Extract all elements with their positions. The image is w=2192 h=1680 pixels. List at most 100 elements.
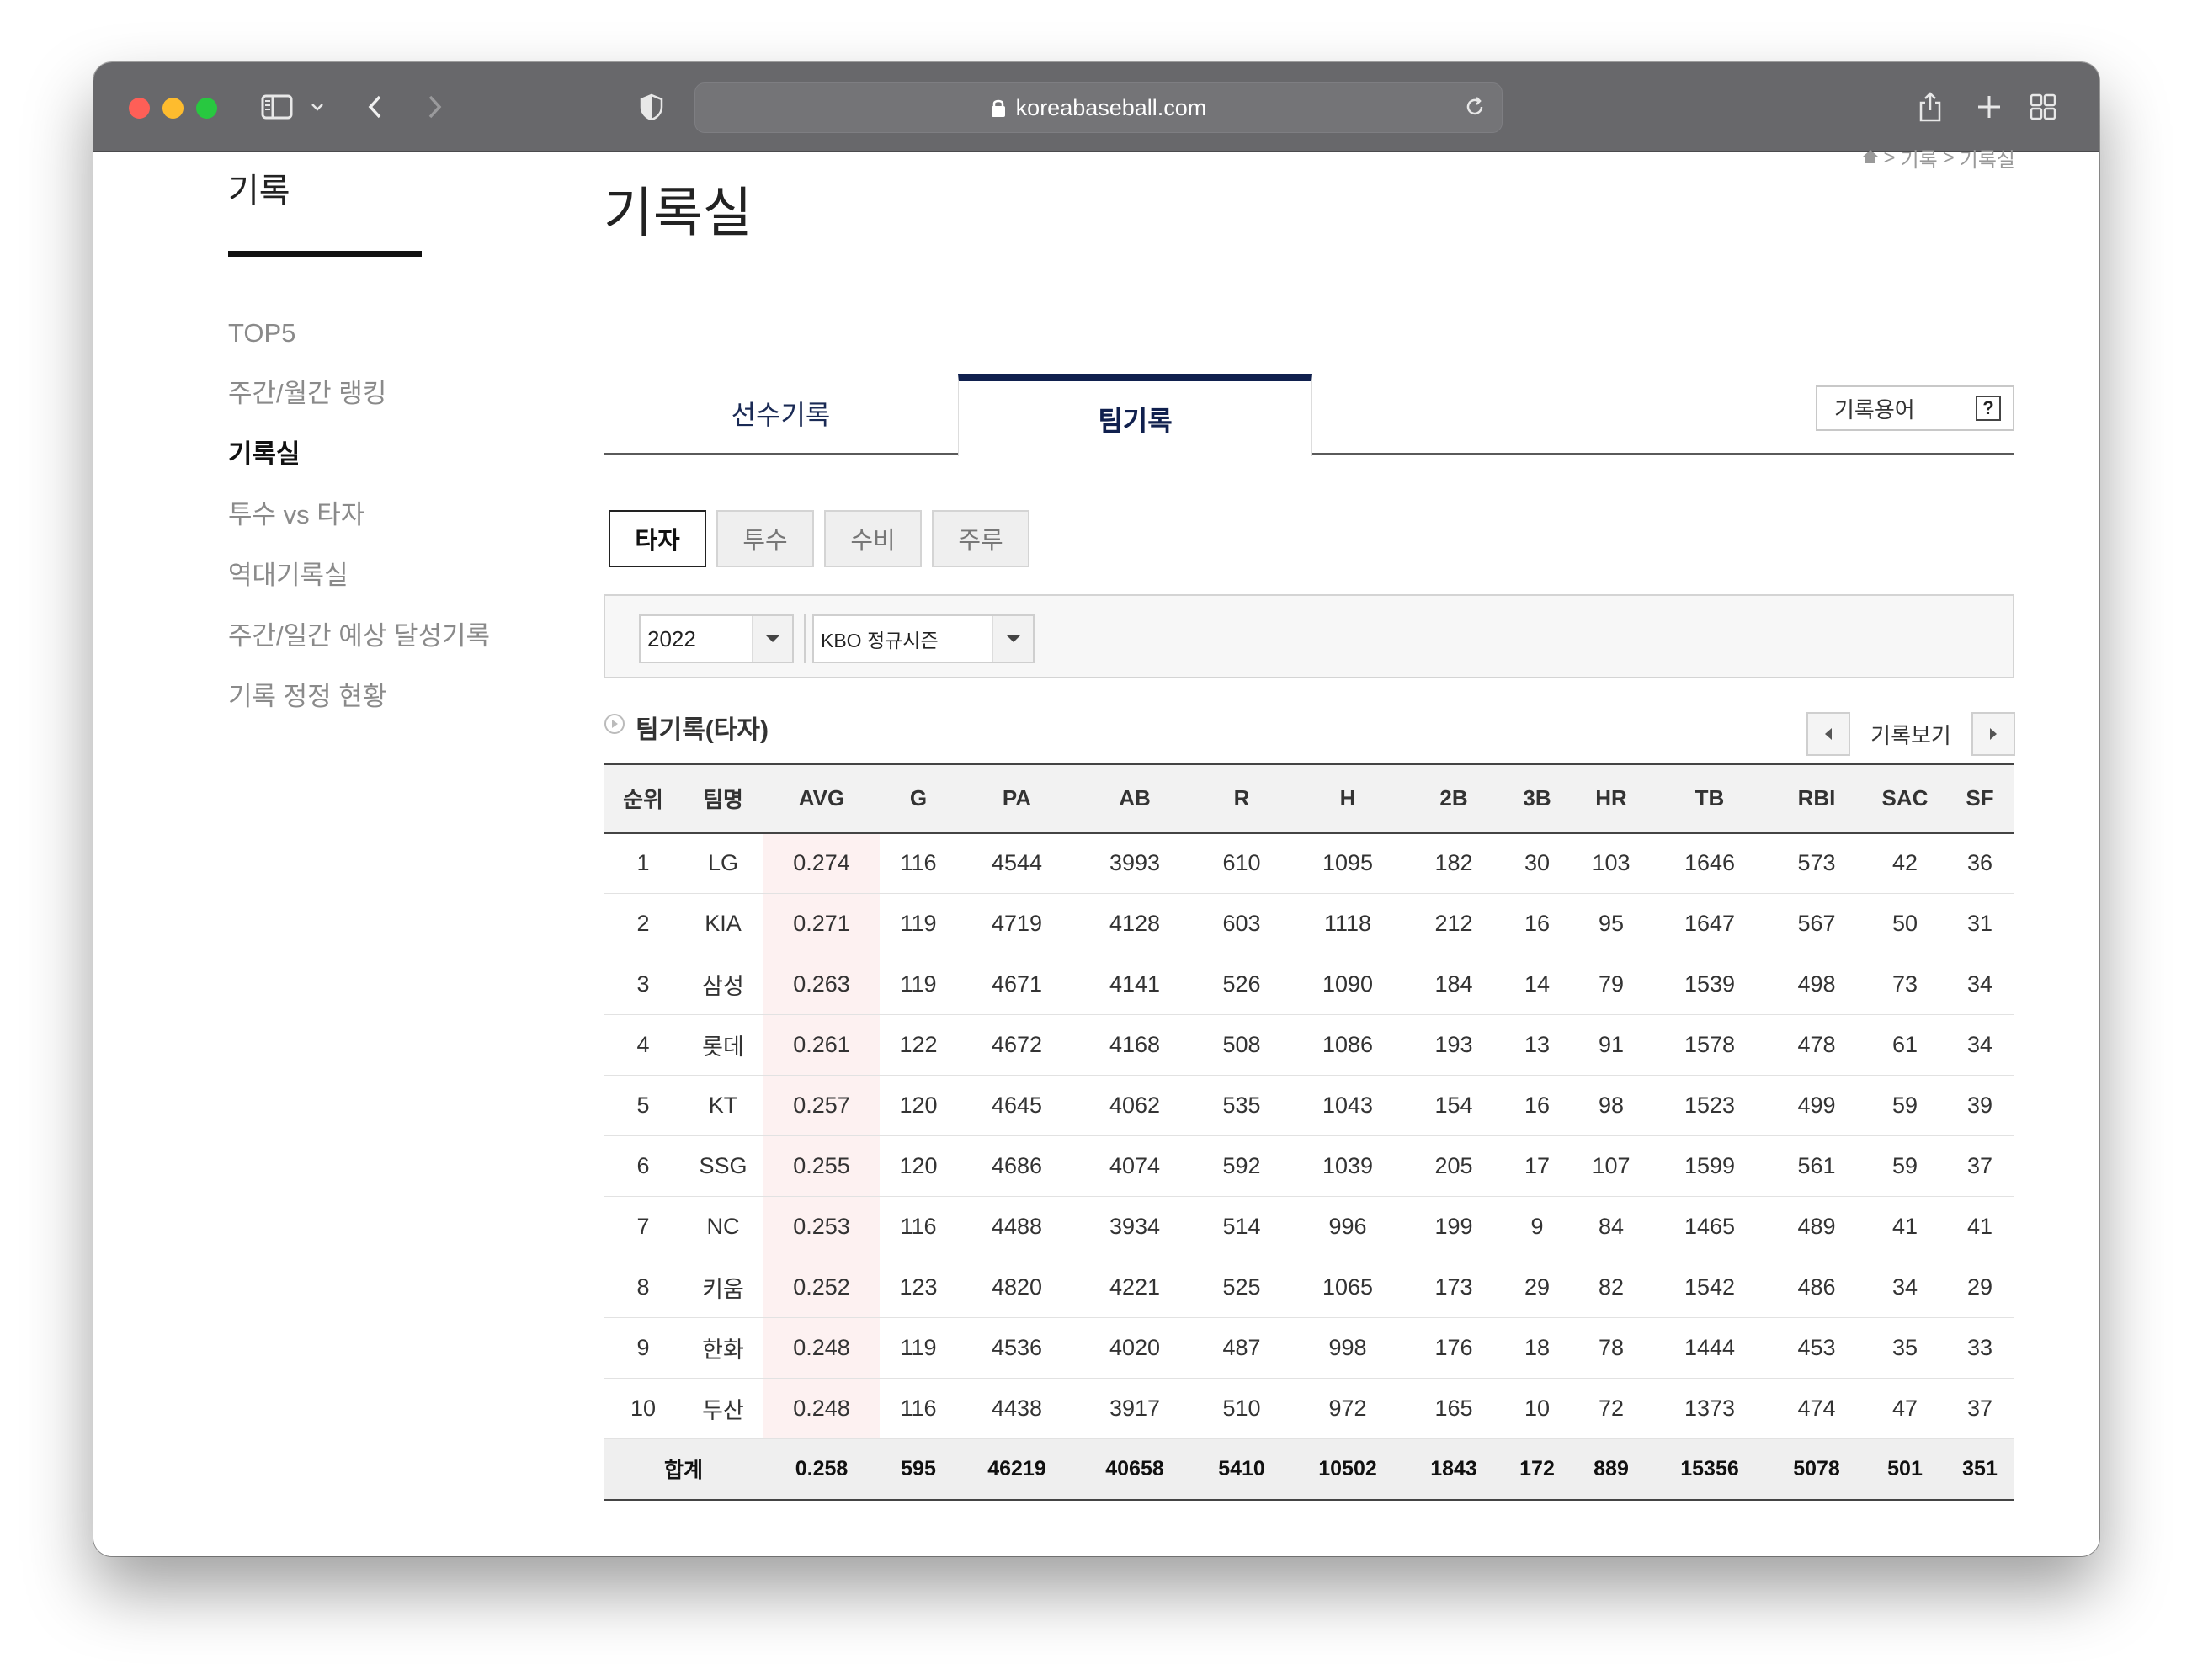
share-icon[interactable] [1913, 86, 1947, 128]
new-tab-plus-icon[interactable] [1972, 86, 2006, 128]
team-name-cell[interactable]: SSG [683, 1135, 763, 1197]
team-name-cell[interactable]: 두산 [683, 1378, 763, 1439]
subtab-pitcher[interactable]: 투수 [716, 510, 814, 567]
table-cell: 0.248 [763, 1317, 880, 1379]
column-header[interactable]: H [1290, 763, 1405, 834]
table-row: 1 LG 0.274 116 4544 3993 610 1095 182 30 103 1646 57… [604, 832, 2014, 894]
column-header[interactable]: 3B [1503, 763, 1572, 834]
glossary-button[interactable]: 기록용어 ? [1816, 385, 2014, 431]
table-cell: 526 [1193, 954, 1290, 1015]
breadcrumb-separator: > [1883, 146, 1896, 169]
team-name-cell[interactable]: 롯데 [683, 1014, 763, 1076]
privacy-shield-icon[interactable] [637, 86, 666, 128]
table-cell: 47 [1865, 1378, 1945, 1439]
sidebar-item-record-corrections[interactable]: 기록 정정 현황 [228, 667, 490, 727]
table-cell: 29 [1945, 1257, 2014, 1318]
table-cell: 4 [604, 1014, 683, 1076]
table-cell: 84 [1572, 1196, 1651, 1257]
column-header[interactable]: SAC [1865, 763, 1945, 834]
team-name-cell[interactable]: KIA [683, 893, 763, 954]
table-cell: 4488 [957, 1196, 1077, 1257]
table-cell: 3 [604, 954, 683, 1015]
sidebar-item-weekly-ranking[interactable]: 주간/월간 랭킹 [228, 364, 490, 424]
total-cell: 501 [1865, 1438, 1945, 1501]
total-cell: 0.258 [763, 1438, 880, 1501]
table-cell: 498 [1769, 954, 1865, 1015]
column-header[interactable]: RBI [1769, 763, 1865, 834]
column-header[interactable]: AB [1077, 763, 1193, 834]
address-bar[interactable]: koreabaseball.com [694, 82, 1503, 133]
table-cell: 91 [1572, 1014, 1651, 1076]
team-name-cell[interactable]: LG [683, 832, 763, 894]
circle-arrow-icon [604, 713, 625, 742]
column-header[interactable]: PA [957, 763, 1077, 834]
sidebar-item-top5[interactable]: TOP5 [228, 303, 490, 364]
team-name-cell[interactable]: 키움 [683, 1257, 763, 1318]
table-cell: 120 [880, 1075, 957, 1136]
subtab-baserunning[interactable]: 주루 [932, 510, 1029, 567]
column-header[interactable]: SF [1945, 763, 2014, 834]
table-total-row: 합계 0.258 595 46219 40658 5410 10502 1843… [604, 1438, 2014, 1501]
minimize-window-button[interactable] [162, 98, 184, 119]
breadcrumb-item-records[interactable]: 기록 [1901, 143, 1938, 173]
table-cell: 34 [1865, 1257, 1945, 1318]
column-header[interactable]: R [1193, 763, 1290, 834]
column-header[interactable]: 2B [1405, 763, 1503, 834]
team-name-cell[interactable]: NC [683, 1196, 763, 1257]
column-header[interactable]: 팀명 [683, 763, 763, 834]
table-cell: 1646 [1651, 832, 1769, 894]
reload-icon[interactable] [1463, 95, 1487, 125]
team-name-cell[interactable]: 한화 [683, 1317, 763, 1379]
sidebar-toggle-icon[interactable] [258, 86, 295, 128]
column-header[interactable]: TB [1651, 763, 1769, 834]
table-cell: 9 [604, 1317, 683, 1379]
table-cell: 4141 [1077, 954, 1193, 1015]
table-row: 10 두산 0.248 116 4438 3917 510 972 165 10 72 1373 474… [604, 1378, 2014, 1439]
total-cell: 889 [1572, 1438, 1651, 1501]
record-view-label: 기록보기 [1870, 722, 1951, 748]
table-cell: 1599 [1651, 1135, 1769, 1197]
section-title-text: 팀기록(타자) [636, 716, 769, 744]
table-cell: 1 [604, 832, 683, 894]
sidebar-item-pitcher-vs-batter[interactable]: 투수 vs 타자 [228, 485, 490, 545]
column-header[interactable]: HR [1572, 763, 1651, 834]
table-cell: 165 [1405, 1378, 1503, 1439]
table-cell: 573 [1769, 832, 1865, 894]
subtab-batter[interactable]: 타자 [609, 510, 706, 567]
column-header[interactable]: G [880, 763, 957, 834]
tab-team-records[interactable]: 팀기록 [958, 374, 1312, 456]
tab-player-records[interactable]: 선수기록 [604, 374, 958, 455]
chevron-down-icon[interactable] [307, 86, 327, 128]
year-select[interactable]: 2022 [639, 614, 794, 663]
table-cell: 453 [1769, 1317, 1865, 1379]
table-cell: 3934 [1077, 1196, 1193, 1257]
column-header[interactable]: AVG [763, 763, 880, 834]
prev-record-button[interactable] [1806, 712, 1850, 756]
team-name-cell[interactable]: KT [683, 1075, 763, 1136]
home-icon[interactable] [1862, 146, 1879, 170]
sidebar-item-records-room[interactable]: 기록실 [228, 424, 490, 485]
sidebar-item-all-time-records[interactable]: 역대기록실 [228, 545, 490, 606]
sidebar-item-expected-milestones[interactable]: 주간/일간 예상 달성기록 [228, 606, 490, 667]
table-cell: 0.261 [763, 1014, 880, 1076]
table-cell: 514 [1193, 1196, 1290, 1257]
next-record-button[interactable] [1971, 712, 2015, 756]
tab-overview-icon[interactable] [2026, 86, 2060, 128]
table-cell: 487 [1193, 1317, 1290, 1379]
table-cell: 1090 [1290, 954, 1405, 1015]
back-arrow-icon[interactable] [363, 86, 388, 128]
forward-arrow-icon[interactable] [422, 86, 447, 128]
table-row: 9 한화 0.248 119 4536 4020 487 998 176 18 78 1444 453 3… [604, 1317, 2014, 1379]
close-window-button[interactable] [129, 98, 150, 119]
subtab-fielding[interactable]: 수비 [824, 510, 922, 567]
table-cell: 16 [1503, 1075, 1572, 1136]
table-cell: 0.255 [763, 1135, 880, 1197]
zoom-window-button[interactable] [196, 98, 217, 119]
season-select-value: KBO 정규시즌 [821, 630, 939, 651]
total-cell: 5410 [1193, 1438, 1290, 1501]
table-cell: 7 [604, 1196, 683, 1257]
total-cell: 40658 [1077, 1438, 1193, 1501]
team-name-cell[interactable]: 삼성 [683, 954, 763, 1015]
season-select[interactable]: KBO 정규시즌 [812, 614, 1035, 663]
column-header[interactable]: 순위 [604, 763, 683, 834]
